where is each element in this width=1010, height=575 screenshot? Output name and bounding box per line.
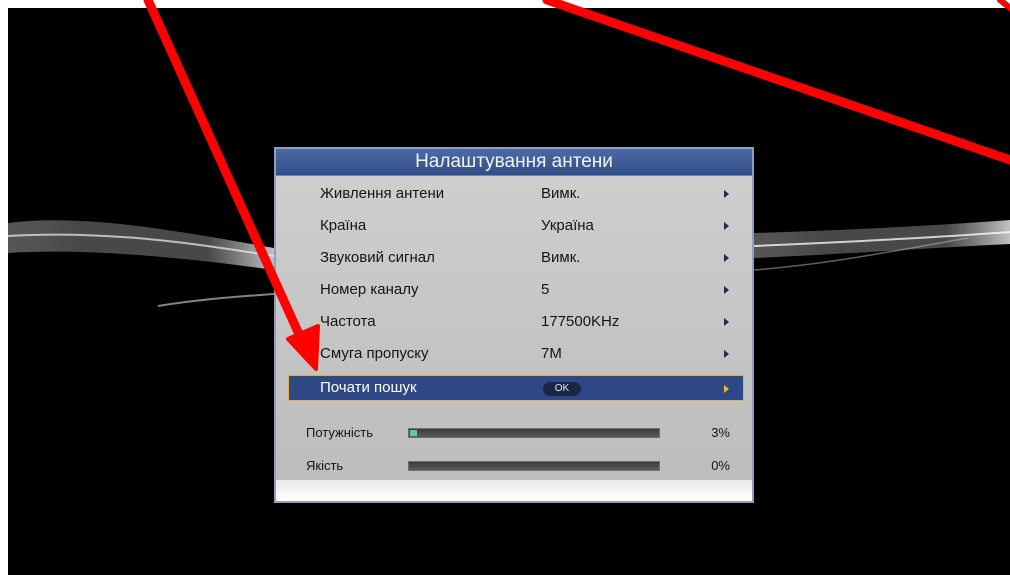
chevron-right-icon[interactable] bbox=[724, 350, 729, 358]
dialog-body: Живлення антени Вимк. Країна Україна Зву… bbox=[276, 176, 752, 480]
meter-percent: 0% bbox=[711, 458, 730, 473]
dialog-footer bbox=[276, 480, 752, 501]
meter-label: Потужність bbox=[306, 425, 374, 440]
menu-row-antenna-power[interactable]: Живлення антени Вимк. bbox=[288, 180, 744, 208]
menu-row-label: Номер каналу bbox=[320, 281, 419, 298]
menu-row-frequency[interactable]: Частота 177500KHz bbox=[288, 308, 744, 336]
ok-button[interactable]: OK bbox=[543, 382, 581, 396]
dialog-title: Налаштування антени bbox=[276, 149, 752, 176]
menu-row-bandwidth[interactable]: Смуга пропуску 7M bbox=[288, 340, 744, 368]
menu-row-country[interactable]: Країна Україна bbox=[288, 212, 744, 240]
menu-row-label: Почати пошук bbox=[320, 379, 417, 396]
chevron-right-icon[interactable] bbox=[724, 318, 729, 326]
menu-row-channel-number[interactable]: Номер каналу 5 bbox=[288, 276, 744, 304]
menu-row-value: Вимк. bbox=[541, 185, 581, 202]
meter-fill bbox=[410, 430, 417, 436]
meter-bar bbox=[408, 461, 660, 471]
menu-row-value: 177500KHz bbox=[541, 313, 620, 330]
menu-row-label: Смуга пропуску bbox=[320, 345, 429, 362]
menu-row-value: 5 bbox=[541, 281, 550, 298]
signal-strength-meter: Потужність 3% bbox=[306, 422, 730, 444]
menu-row-label: Живлення антени bbox=[320, 185, 445, 202]
menu-row-value: Україна bbox=[541, 217, 594, 234]
menu-row-label: Частота bbox=[320, 313, 376, 330]
menu-row-sound-signal[interactable]: Звуковий сигнал Вимк. bbox=[288, 244, 744, 272]
chevron-right-icon[interactable] bbox=[724, 190, 729, 198]
menu-row-label: Країна bbox=[320, 217, 367, 234]
annotation-line-corner bbox=[997, 0, 1010, 11]
menu-row-label: Звуковий сигнал bbox=[320, 249, 435, 266]
meter-label: Якість bbox=[306, 458, 344, 473]
tv-screen: Налаштування антени Живлення антени Вимк… bbox=[8, 8, 1010, 575]
antenna-settings-dialog: Налаштування антени Живлення антени Вимк… bbox=[274, 147, 754, 503]
chevron-right-icon[interactable] bbox=[724, 385, 729, 393]
meter-percent: 3% bbox=[711, 425, 730, 440]
signal-quality-meter: Якість 0% bbox=[306, 455, 730, 477]
chevron-right-icon[interactable] bbox=[724, 286, 729, 294]
menu-row-value: Вимк. bbox=[541, 249, 581, 266]
meter-bar bbox=[408, 428, 660, 438]
chevron-right-icon[interactable] bbox=[724, 254, 729, 262]
menu-row-value: 7M bbox=[541, 345, 562, 362]
menu-row-start-search[interactable]: Почати пошук OK bbox=[288, 375, 744, 401]
chevron-right-icon[interactable] bbox=[724, 222, 729, 230]
